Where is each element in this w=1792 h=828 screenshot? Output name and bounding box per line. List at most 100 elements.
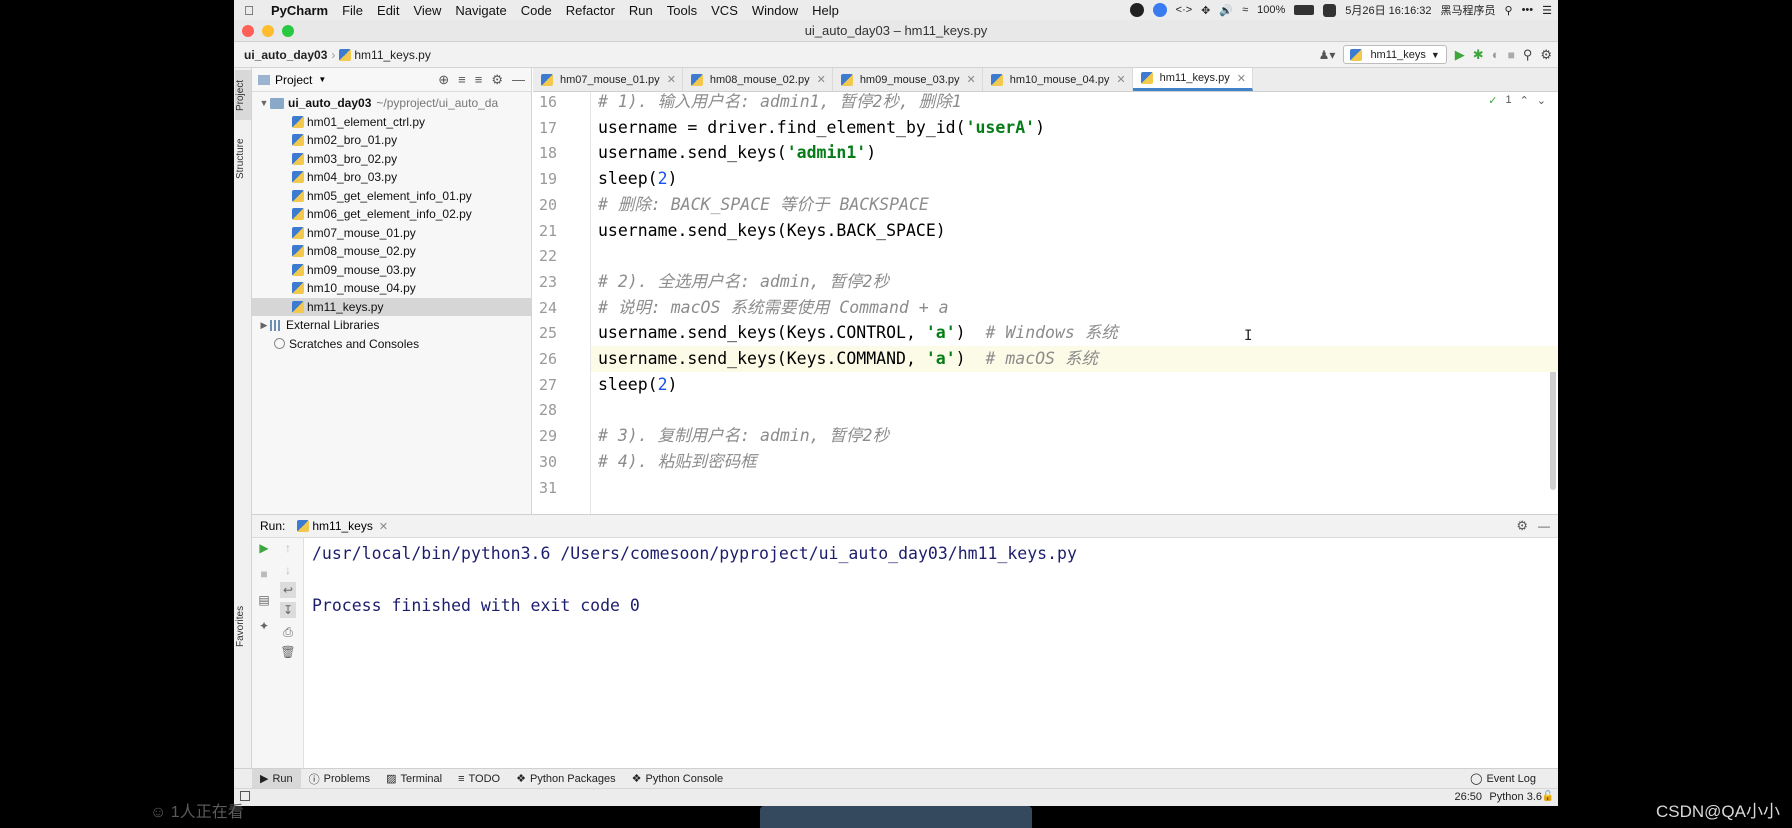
menu-vcs[interactable]: VCS bbox=[704, 3, 745, 18]
code-line[interactable]: username.send_keys(Keys.CONTROL, 'a') # … bbox=[591, 320, 1558, 346]
wifi-icon[interactable]: ≈ bbox=[1242, 4, 1248, 16]
tool-terminal[interactable]: ▨ Terminal bbox=[378, 769, 450, 789]
tool-python-packages[interactable]: ❖ Python Packages bbox=[508, 769, 624, 789]
debug-icon[interactable]: ✱ bbox=[1473, 47, 1484, 63]
clock[interactable]: 5月26日 16:16:32 bbox=[1345, 2, 1431, 18]
run-tab-label[interactable]: hm11_keys bbox=[312, 519, 372, 533]
spotlight-icon[interactable]: ⚲ bbox=[1505, 4, 1513, 17]
close-icon[interactable]: ✕ bbox=[379, 520, 388, 533]
run-icon[interactable]: ▶ bbox=[1455, 47, 1465, 63]
tree-file[interactable]: hm08_mouse_02.py bbox=[252, 242, 531, 261]
project-view-select[interactable]: Project bbox=[275, 73, 312, 87]
trash-icon[interactable]: 🗑 bbox=[280, 644, 296, 660]
editor-tab[interactable]: hm10_mouse_04.py ✕ bbox=[983, 68, 1133, 91]
user-vcs-icon[interactable]: ♟▾ bbox=[1319, 48, 1336, 62]
scroll-to-end-icon[interactable]: ↧ bbox=[280, 602, 296, 618]
code-icon[interactable]: <·> bbox=[1176, 4, 1193, 16]
user-name[interactable]: 黑马程序员 bbox=[1441, 2, 1496, 18]
input-source-icon[interactable] bbox=[1323, 3, 1337, 17]
tree-file[interactable]: hm05_get_element_info_01.py bbox=[252, 187, 531, 206]
menu-view[interactable]: View bbox=[406, 3, 448, 18]
interpreter-label[interactable]: Python 3.6 bbox=[1489, 791, 1542, 803]
menu-app-name[interactable]: PyCharm bbox=[264, 3, 335, 18]
code-line[interactable]: # 3). 复制用户名: admin, 暂停2秒 bbox=[591, 423, 1558, 449]
code-line[interactable]: # 1). 输入用户名: admin1, 暂停2秒, 删除1 bbox=[591, 92, 1558, 115]
tree-root[interactable]: ▼ ui_auto_day03 ~/pyproject/ui_auto_da bbox=[252, 94, 531, 113]
gear-icon[interactable]: ⚙ bbox=[1540, 47, 1552, 63]
menu-file[interactable]: File bbox=[335, 3, 370, 18]
layout-icon[interactable]: ▤ bbox=[256, 592, 272, 608]
code-line[interactable]: username.send_keys(Keys.COMMAND, 'a') # … bbox=[591, 346, 1558, 372]
menu-help[interactable]: Help bbox=[805, 3, 846, 18]
breadcrumb-file[interactable]: hm11_keys.py bbox=[354, 48, 430, 62]
code-line[interactable]: username = driver.find_element_by_id('us… bbox=[591, 115, 1558, 141]
close-icon[interactable]: ✕ bbox=[1116, 73, 1125, 86]
menu-run[interactable]: Run bbox=[622, 3, 660, 18]
tool-run[interactable]: ▶ Run bbox=[252, 768, 301, 789]
tree-scratches[interactable]: Scratches and Consoles bbox=[252, 335, 531, 354]
control-center-icon[interactable]: ••• bbox=[1522, 4, 1534, 16]
hide-panel-icon[interactable]: — bbox=[1538, 519, 1550, 533]
close-icon[interactable]: ✕ bbox=[667, 73, 676, 86]
editor-tab[interactable]: hm09_mouse_03.py ✕ bbox=[833, 68, 983, 91]
volume-icon[interactable]: 🔊 bbox=[1219, 4, 1233, 17]
hide-panel-icon[interactable]: — bbox=[512, 72, 525, 88]
print-icon[interactable]: ⎙ bbox=[280, 624, 296, 640]
soft-wrap-icon[interactable]: ↩ bbox=[280, 582, 296, 598]
stop-icon[interactable]: ■ bbox=[1508, 48, 1515, 62]
close-icon[interactable]: ✕ bbox=[817, 73, 826, 86]
caret-position[interactable]: 26:50 bbox=[1454, 791, 1482, 803]
close-icon[interactable]: ✕ bbox=[1237, 72, 1246, 85]
pause-icon[interactable] bbox=[1152, 3, 1167, 17]
battery-icon[interactable] bbox=[1294, 5, 1315, 15]
locate-icon[interactable]: ⊕ bbox=[438, 72, 449, 88]
tree-file[interactable]: hm01_element_ctrl.py bbox=[252, 113, 531, 132]
tab-project-tool[interactable]: Project bbox=[235, 70, 251, 120]
code-line[interactable] bbox=[591, 243, 1558, 269]
menu-edit[interactable]: Edit bbox=[370, 3, 406, 18]
menu-refactor[interactable]: Refactor bbox=[559, 3, 622, 18]
notification-center-icon[interactable]: ☰ bbox=[1542, 4, 1552, 17]
expand-all-icon[interactable]: ≡ bbox=[458, 72, 466, 88]
tree-file[interactable]: hm06_get_element_info_02.py bbox=[252, 205, 531, 224]
screen-record-icon[interactable] bbox=[1129, 3, 1144, 17]
code-line[interactable]: # 删除: BACK_SPACE 等价于 BACKSPACE bbox=[591, 192, 1558, 218]
editor-tab[interactable]: hm07_mouse_01.py ✕ bbox=[533, 68, 683, 91]
code-line[interactable]: # 2). 全选用户名: admin, 暂停2秒 bbox=[591, 269, 1558, 295]
code-line[interactable] bbox=[591, 397, 1558, 423]
editor-tab[interactable]: hm08_mouse_02.py ✕ bbox=[683, 68, 833, 91]
apple-icon[interactable]:  bbox=[234, 3, 264, 18]
breadcrumb-project[interactable]: ui_auto_day03 bbox=[234, 48, 327, 62]
stop-icon[interactable]: ■ bbox=[256, 566, 272, 582]
tree-file[interactable]: hm03_bro_02.py bbox=[252, 150, 531, 169]
gear-icon[interactable]: ⚙ bbox=[1516, 518, 1528, 534]
tab-favorites-tool[interactable]: Favorites bbox=[235, 598, 251, 654]
lock-icon[interactable]: 🔓 bbox=[1542, 791, 1554, 802]
tree-file[interactable]: hm04_bro_03.py bbox=[252, 168, 531, 187]
code-line[interactable]: sleep(2) bbox=[591, 372, 1558, 398]
arrow-down-icon[interactable]: ↓ bbox=[280, 562, 296, 578]
run-configuration-select[interactable]: hm11_keys ▼ bbox=[1343, 45, 1447, 64]
code-line[interactable]: username.send_keys('admin1') bbox=[591, 140, 1558, 166]
code-line[interactable]: sleep(2) bbox=[591, 166, 1558, 192]
menu-navigate[interactable]: Navigate bbox=[448, 3, 513, 18]
coverage-icon[interactable]: ◐ bbox=[1492, 47, 1500, 62]
close-icon[interactable]: ✕ bbox=[967, 73, 976, 86]
editor-tab-active[interactable]: hm11_keys.py ✕ bbox=[1132, 68, 1253, 91]
menu-window[interactable]: Window bbox=[745, 3, 805, 18]
chevron-right-icon[interactable]: ▶ bbox=[258, 320, 270, 331]
event-log[interactable]: ◯ Event Log bbox=[1462, 769, 1544, 789]
tree-file[interactable]: hm07_mouse_01.py bbox=[252, 224, 531, 243]
code-line[interactable] bbox=[591, 475, 1558, 501]
code-line[interactable]: # 说明: macOS 系统需要使用 Command + a bbox=[591, 295, 1558, 321]
tool-todo[interactable]: ≡ TODO bbox=[450, 769, 508, 789]
code-line[interactable]: # 4). 粘贴到密码框 bbox=[591, 449, 1558, 475]
tree-file[interactable]: hm09_mouse_03.py bbox=[252, 261, 531, 280]
tree-file-selected[interactable]: hm11_keys.py bbox=[252, 297, 531, 316]
tree-file[interactable]: hm10_mouse_04.py bbox=[252, 279, 531, 298]
tab-structure-tool[interactable]: Structure bbox=[235, 128, 251, 190]
tree-file[interactable]: hm02_bro_01.py bbox=[252, 131, 531, 150]
menu-tools[interactable]: Tools bbox=[660, 3, 704, 18]
chevron-down-icon[interactable]: ▼ bbox=[258, 98, 270, 108]
move-icon[interactable]: ✥ bbox=[1201, 4, 1210, 17]
